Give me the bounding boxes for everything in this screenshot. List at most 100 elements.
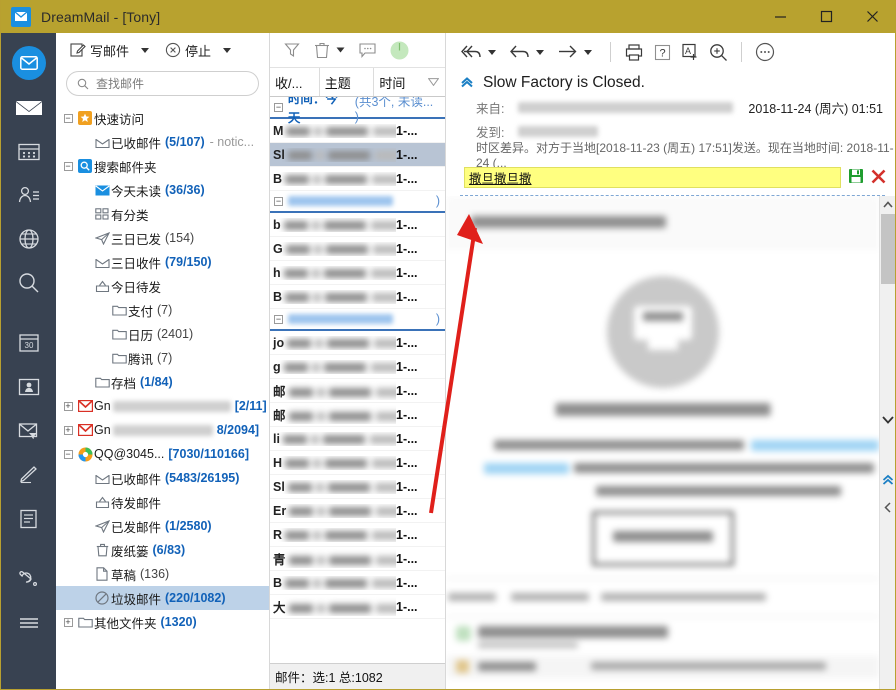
group-expander[interactable]: − [274, 196, 283, 206]
tree-expander-minus[interactable]: − [60, 154, 76, 178]
more-button[interactable] [752, 39, 778, 65]
forward-button[interactable] [554, 39, 580, 65]
tree-item[interactable]: 垃圾邮件 (220/1082) [56, 586, 269, 610]
message-row[interactable]: li 1-... [270, 427, 445, 451]
tree-item[interactable]: + 其他文件夹 (1320) [56, 610, 269, 634]
message-row[interactable]: R 1-... [270, 523, 445, 547]
message-row[interactable]: M 1-... [270, 119, 445, 143]
compose-pencil-icon[interactable] [9, 455, 49, 495]
tree-expander-minus[interactable]: − [60, 442, 76, 466]
filter-icon[interactable] [284, 42, 300, 58]
compose-dropdown-caret[interactable] [141, 47, 150, 53]
message-group-header[interactable]: −) [270, 309, 445, 331]
tree-item[interactable]: − QQ@3045... [7030/110166] [56, 442, 269, 466]
tree-expander-plus[interactable]: + [60, 394, 76, 418]
message-row[interactable]: B 1-... [270, 167, 445, 191]
calendar-30-icon[interactable]: 30 [9, 323, 49, 363]
document-icon[interactable] [9, 499, 49, 539]
message-group-header[interactable]: − 时间：今天 (共3个, 未读... ) [270, 97, 445, 125]
wrench-icon[interactable] [9, 559, 49, 599]
forward-dropdown-caret[interactable] [584, 49, 592, 55]
print-button[interactable] [621, 39, 647, 65]
save-floppy-icon[interactable] [848, 168, 864, 187]
close-button[interactable] [849, 0, 895, 33]
tree-expander-minus[interactable]: − [60, 106, 76, 130]
tree-expander-plus[interactable]: + [60, 418, 76, 442]
message-row[interactable]: H 1-... [270, 451, 445, 475]
tree-item[interactable]: 存档 (1/84) [56, 370, 269, 394]
tree-item[interactable]: 草稿 (136) [56, 562, 269, 586]
message-row[interactable]: h 1-... [270, 261, 445, 285]
scroll-left-arrow[interactable] [880, 499, 895, 516]
help-button[interactable]: ? [649, 39, 675, 65]
scroll-down-arrow[interactable] [880, 411, 895, 428]
tree-item[interactable]: 今日待发 [56, 274, 269, 298]
delete-dropdown-caret[interactable] [336, 47, 345, 53]
tree-item[interactable]: 支付 (7) [56, 298, 269, 322]
tree-item[interactable]: 三日已发 (154) [56, 226, 269, 250]
folder-tree[interactable]: − 快速访问 已收邮件 (5/107) - notic... − 搜索邮件夹 今天未读 (36/… [56, 102, 269, 689]
message-row[interactable]: Er 1-... [270, 499, 445, 523]
tree-expander-plus[interactable]: + [60, 610, 76, 634]
reply-all-dropdown-caret[interactable] [488, 49, 496, 55]
compose-button[interactable]: 写邮件 [66, 38, 133, 63]
address-card-icon[interactable] [9, 367, 49, 407]
column-header-subject[interactable]: 主题 [320, 68, 375, 96]
stop-dropdown-caret[interactable] [223, 47, 232, 53]
tree-item[interactable]: − 快速访问 [56, 106, 269, 130]
column-header-sender[interactable]: 收/... [270, 68, 320, 96]
body-scrollbar[interactable] [879, 196, 895, 689]
tree-item[interactable]: 废纸篓 (6/83) [56, 538, 269, 562]
message-row[interactable]: 邮 1-... [270, 403, 445, 427]
tree-item[interactable]: + Gn [2/11] [56, 394, 269, 418]
search-input[interactable]: 查找邮件 [66, 71, 259, 96]
chevron-up-double-icon[interactable] [460, 75, 474, 92]
message-row[interactable]: g 1-... [270, 355, 445, 379]
reply-button[interactable] [506, 39, 532, 65]
message-row[interactable]: B 1-... [270, 285, 445, 309]
tree-item[interactable]: + Gn 8/2094] [56, 418, 269, 442]
scrollbar-thumb[interactable] [881, 214, 895, 284]
tree-item[interactable]: 已收邮件 (5483/26195) [56, 466, 269, 490]
message-row[interactable]: b 1-... [270, 213, 445, 237]
message-row[interactable]: 大 1-... [270, 595, 445, 619]
tree-item[interactable]: 待发邮件 [56, 490, 269, 514]
note-input[interactable]: 撒旦撒旦撒 [464, 167, 841, 188]
message-row[interactable]: 邮 1-... [270, 379, 445, 403]
tree-item[interactable]: − 搜索邮件夹 [56, 154, 269, 178]
zoom-button[interactable] [705, 39, 731, 65]
sort-descending-icon[interactable] [422, 68, 445, 96]
contacts-icon[interactable] [9, 175, 49, 215]
tree-item[interactable]: 已发邮件 (1/2580) [56, 514, 269, 538]
globe-icon[interactable] [9, 219, 49, 259]
progress-circle-icon[interactable] [390, 41, 409, 60]
tree-item[interactable]: 三日收件 (79/150) [56, 250, 269, 274]
message-list[interactable]: − 时间：今天 (共3个, 未读... ) M 1-... Sl 1-... B 1-... −)… [270, 97, 445, 663]
tree-item[interactable]: 已收邮件 (5/107) - notic... [56, 130, 269, 154]
message-row[interactable]: 青 1-... [270, 547, 445, 571]
envelope-icon[interactable] [9, 87, 49, 127]
cancel-x-icon[interactable] [871, 169, 895, 187]
message-row[interactable]: G 1-... [270, 237, 445, 261]
tree-item[interactable]: 有分类 [56, 202, 269, 226]
group-expander[interactable]: − [274, 314, 283, 324]
maximize-button[interactable] [803, 0, 849, 33]
message-group-header[interactable]: −) [270, 191, 445, 213]
hamburger-menu-icon[interactable] [9, 603, 49, 643]
calendar-grid-icon[interactable] [9, 131, 49, 171]
comment-icon[interactable] [359, 42, 376, 58]
message-row[interactable]: Sl 1-... [270, 475, 445, 499]
search-icon[interactable] [9, 263, 49, 303]
message-row[interactable]: Sl 1-... [270, 143, 445, 167]
scroll-top-double-arrow[interactable] [880, 471, 895, 488]
column-header-time[interactable]: 时间 [374, 68, 422, 96]
group-expander[interactable]: − [274, 102, 283, 112]
delete-icon[interactable] [314, 42, 330, 59]
message-row[interactable]: B 1-... [270, 571, 445, 595]
message-row[interactable]: jo 1-... [270, 331, 445, 355]
mail-app-icon[interactable] [9, 43, 49, 83]
reply-dropdown-caret[interactable] [536, 49, 544, 55]
tree-item[interactable]: 腾讯 (7) [56, 346, 269, 370]
reply-all-button[interactable] [458, 39, 484, 65]
tree-item[interactable]: 今天未读 (36/36) [56, 178, 269, 202]
